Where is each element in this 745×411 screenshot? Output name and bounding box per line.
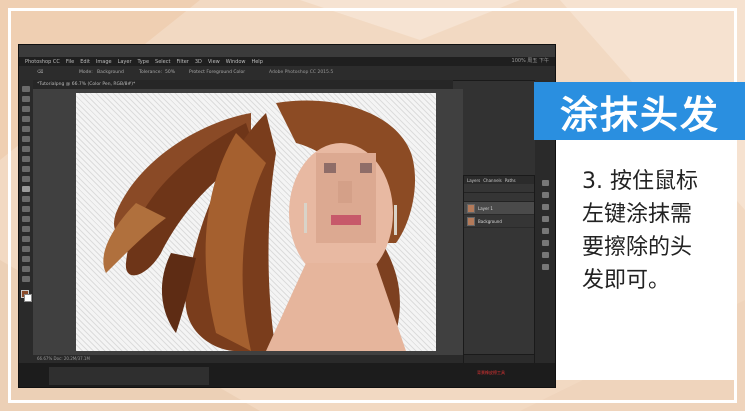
brush-tool-icon[interactable]: [22, 156, 30, 162]
slide-title: 涂抹头发: [559, 92, 720, 137]
mode-label: Mode:: [79, 70, 93, 75]
eraser-tool-icon[interactable]: [22, 186, 30, 192]
menu-edit[interactable]: Edit: [80, 59, 90, 65]
gradient-tool-icon[interactable]: [22, 196, 30, 202]
menu-type[interactable]: Type: [138, 59, 149, 65]
menu-view[interactable]: View: [208, 59, 220, 65]
eyedropper-tool-icon[interactable]: [22, 136, 30, 142]
mac-menu-bar: Photoshop CC File Edit Image Layer Type …: [19, 57, 555, 66]
adjustments-panel-icon[interactable]: [542, 228, 549, 234]
zoom-tool-icon[interactable]: [22, 276, 30, 282]
tab-layers[interactable]: Layers: [467, 178, 480, 183]
character-panel-icon[interactable]: [542, 252, 549, 258]
layer-name: Background: [478, 218, 502, 224]
title-banner: 涂抹头发: [534, 82, 745, 140]
step-instructions: 3. 按住鼠标 左键涂抹需 要擦除的头 发即可。: [582, 165, 732, 297]
styles-panel-icon[interactable]: [542, 240, 549, 246]
layer-row[interactable]: Background: [464, 215, 534, 228]
bottom-strip: [19, 363, 555, 387]
lasso-tool-icon[interactable]: [22, 106, 30, 112]
layer-blend-bar[interactable]: [464, 193, 534, 202]
tolerance-label: Tolerance:: [139, 70, 162, 75]
crop-tool-icon[interactable]: [22, 126, 30, 132]
tool-options-bar: ⌫ Mode: Background Tolerance: 50% Protec…: [19, 66, 555, 81]
menu-window[interactable]: Window: [226, 59, 246, 65]
document-tab-label: *Tutorialpng @ 66.7% (Color Pen, RGB/8#)…: [37, 82, 136, 87]
dodge-tool-icon[interactable]: [22, 216, 30, 222]
properties-panel-icon[interactable]: [542, 192, 549, 198]
blur-tool-icon[interactable]: [22, 206, 30, 212]
hand-tool-icon[interactable]: [22, 266, 30, 272]
layer-name: Layer 1: [478, 205, 493, 211]
step-line: 发即可。: [582, 268, 671, 293]
photoshop-window: Photoshop CC File Edit Image Layer Type …: [18, 44, 556, 388]
canvas-area: [33, 89, 463, 379]
layer-thumbnail: [467, 216, 475, 226]
paragraph-panel-icon[interactable]: [542, 264, 549, 270]
swatches-panel-icon[interactable]: [542, 216, 549, 222]
history-brush-tool-icon[interactable]: [22, 176, 30, 182]
status-bar-text: 66.67% Doc: 20.2M/37.1M: [37, 356, 90, 361]
menu-file[interactable]: File: [66, 59, 74, 65]
type-tool-icon[interactable]: [22, 236, 30, 242]
mode-select[interactable]: Background: [97, 70, 124, 75]
pen-tool-icon[interactable]: [22, 226, 30, 232]
step-line: 3. 按住鼠标: [582, 169, 698, 194]
menu-filter[interactable]: Filter: [176, 59, 188, 65]
dock: [49, 367, 209, 385]
tolerance-input[interactable]: 50%: [165, 70, 175, 75]
shape-tool-icon[interactable]: [22, 256, 30, 262]
move-tool-icon[interactable]: [22, 86, 30, 92]
mac-status-text: 100% 周五 下午: [511, 58, 549, 64]
quick-select-tool-icon[interactable]: [22, 116, 30, 122]
tab-channels[interactable]: Channels: [483, 178, 502, 183]
background-color-swatch[interactable]: [24, 294, 32, 302]
tools-panel: [19, 80, 34, 380]
menu-3d[interactable]: 3D: [195, 59, 202, 65]
step-line: 左键涂抹需: [582, 202, 693, 227]
status-bar: 66.67% Doc: 20.2M/37.1M: [33, 355, 463, 363]
image-canvas[interactable]: [76, 93, 436, 351]
layers-panel: Layers Channels Paths Layer 1 Background: [463, 175, 535, 365]
layer-filter-bar[interactable]: [464, 184, 534, 193]
tool-caption: 背景橡皮擦工具: [477, 370, 505, 375]
history-panel-icon[interactable]: [542, 180, 549, 186]
layers-panel-tabs: Layers Channels Paths: [464, 176, 534, 184]
layer-row[interactable]: Layer 1: [464, 202, 534, 215]
menu-photoshop[interactable]: Photoshop CC: [25, 59, 60, 65]
eraser-tool-icon[interactable]: ⌫: [37, 70, 43, 75]
marquee-tool-icon[interactable]: [22, 96, 30, 102]
step-line: 要擦除的头: [582, 235, 693, 260]
app-options-strip: [19, 45, 555, 57]
menu-help[interactable]: Help: [251, 59, 262, 65]
stamp-tool-icon[interactable]: [22, 166, 30, 172]
healing-tool-icon[interactable]: [22, 146, 30, 152]
path-select-tool-icon[interactable]: [22, 246, 30, 252]
color-panel-icon[interactable]: [542, 204, 549, 210]
menu-image[interactable]: Image: [96, 59, 112, 65]
tab-paths[interactable]: Paths: [505, 178, 516, 183]
protect-foreground-checkbox[interactable]: Protect Foreground Color: [189, 70, 245, 75]
layer-thumbnail: [467, 203, 475, 213]
app-title: Adobe Photoshop CC 2015.5: [269, 70, 334, 75]
portrait-photo: [103, 100, 416, 351]
document-tab[interactable]: *Tutorialpng @ 66.7% (Color Pen, RGB/8#)…: [33, 80, 453, 89]
menu-select[interactable]: Select: [155, 59, 170, 65]
menu-layer[interactable]: Layer: [118, 59, 132, 65]
